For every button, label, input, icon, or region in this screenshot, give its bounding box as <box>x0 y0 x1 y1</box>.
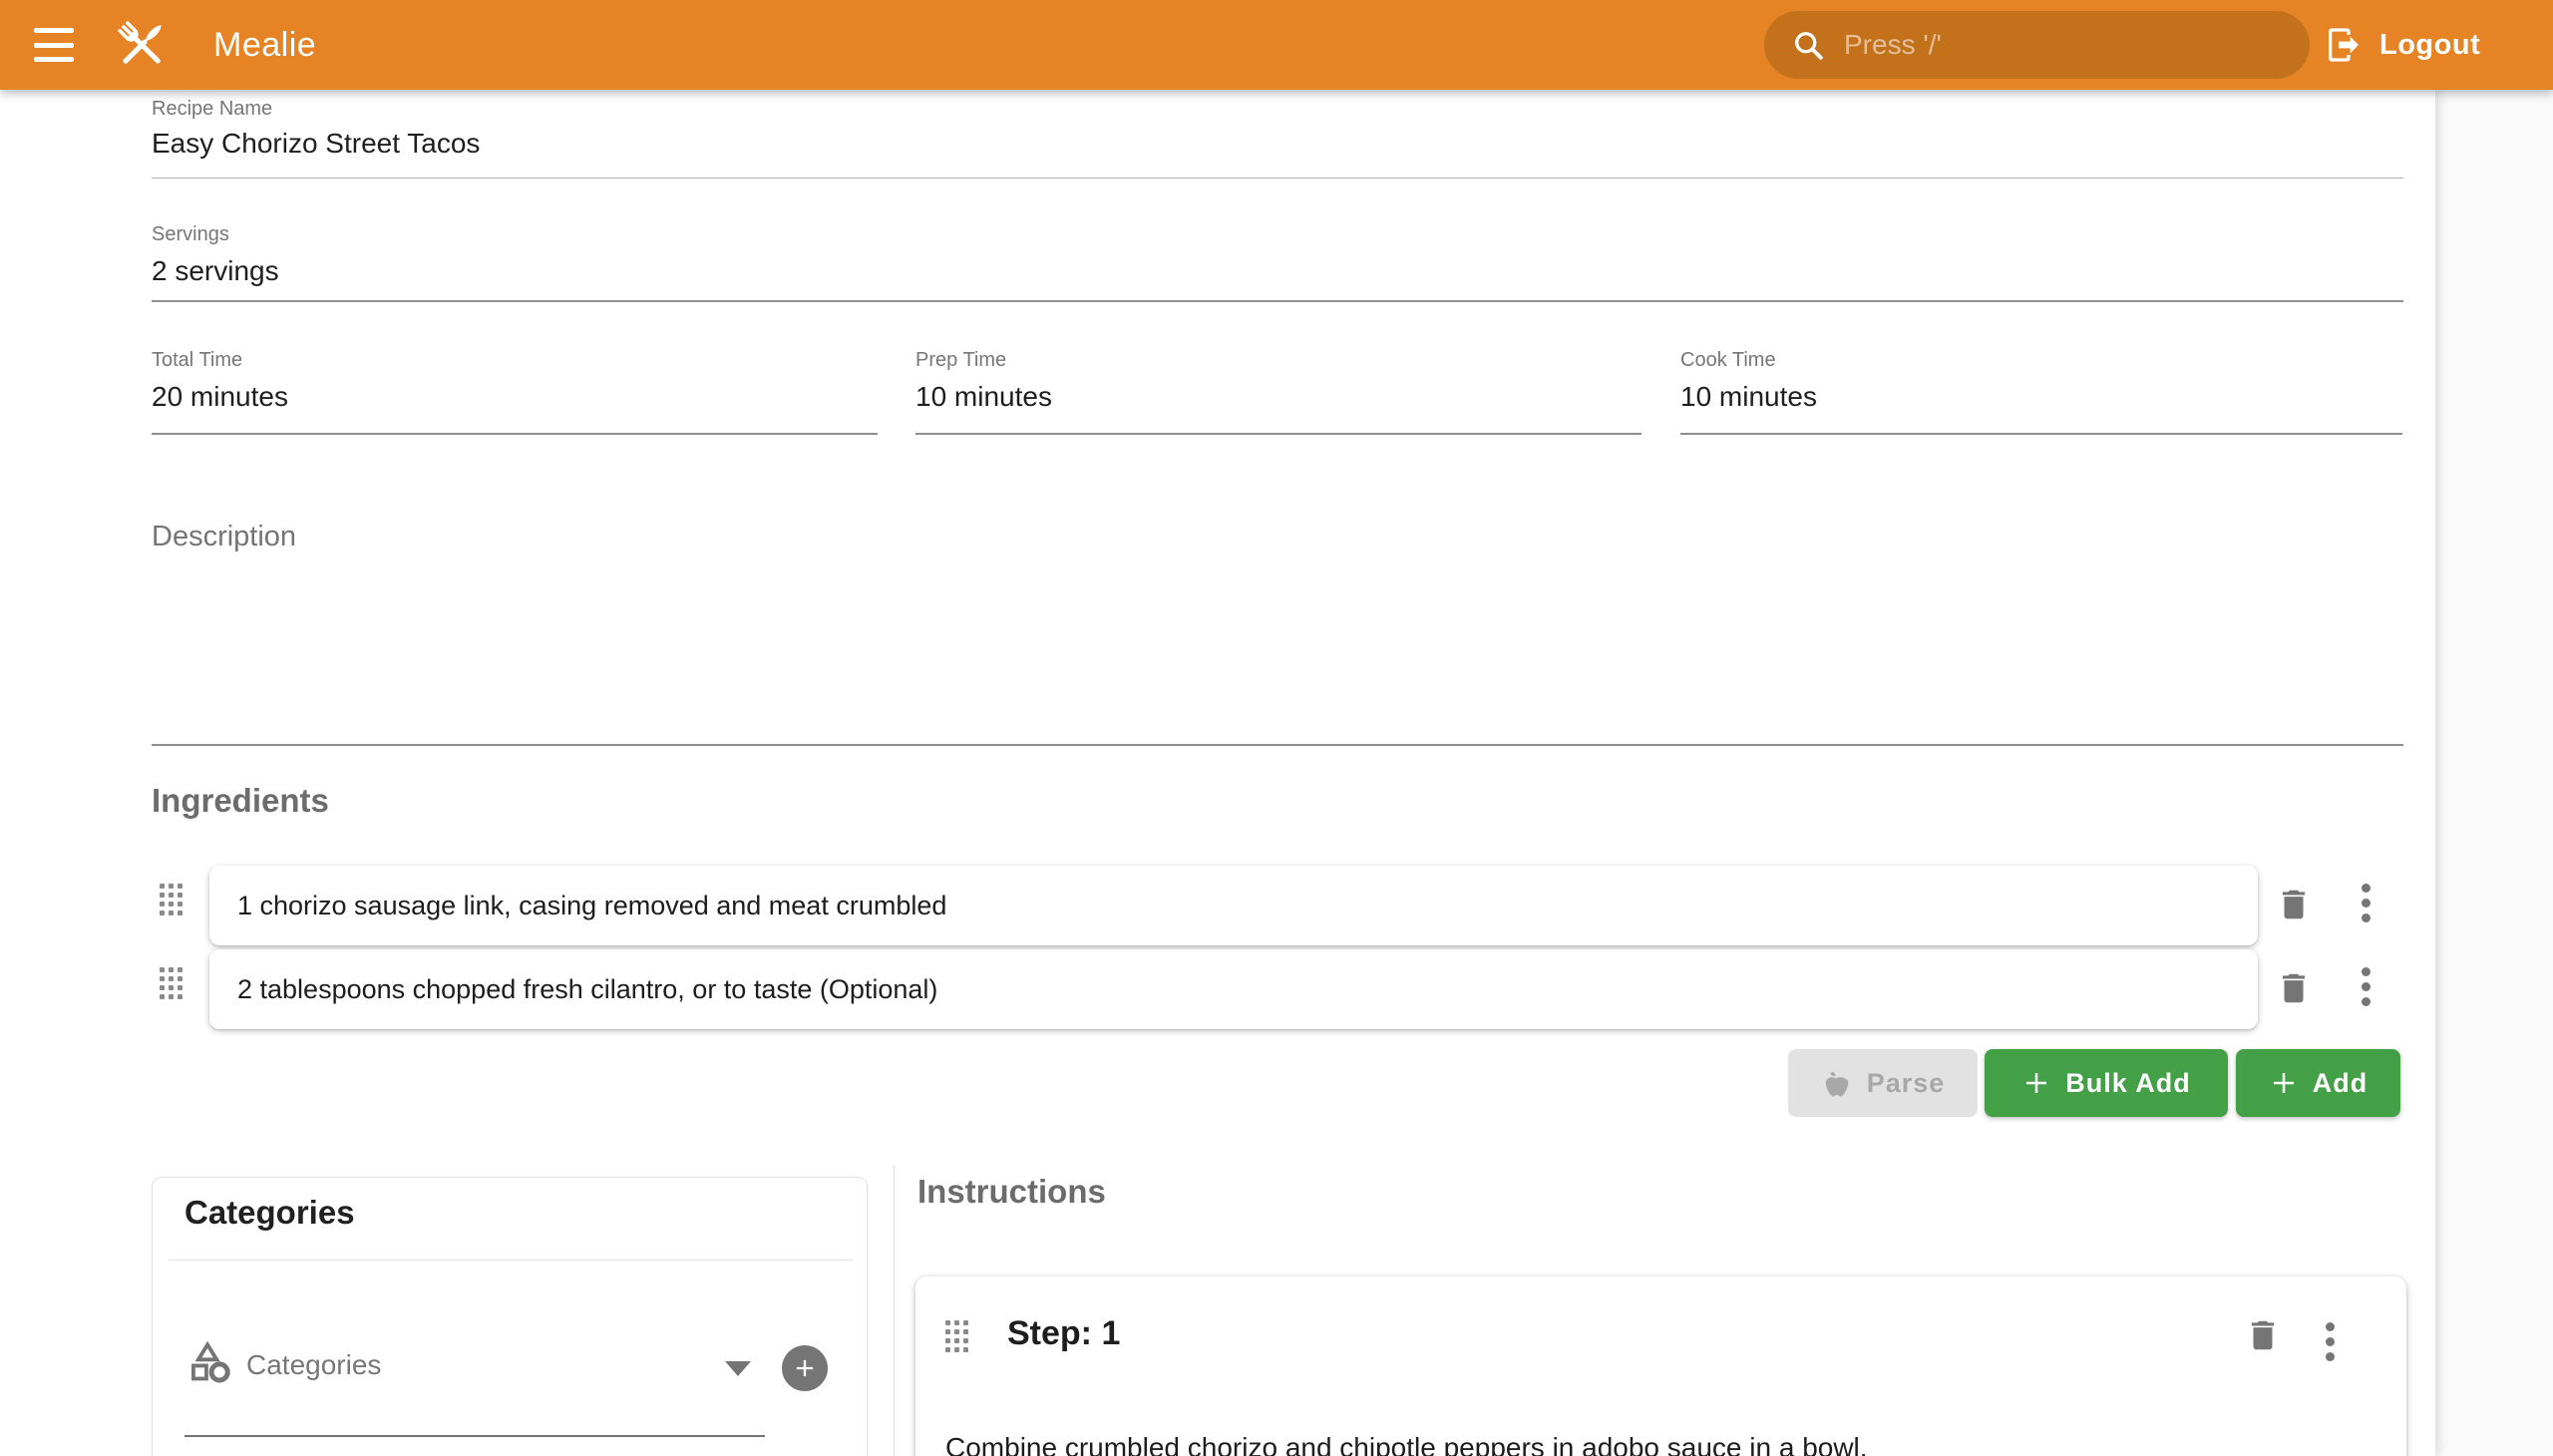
logout-label: Logout <box>2379 29 2480 62</box>
ingredient-menu-button[interactable] <box>2358 880 2374 926</box>
ingredients-header: Ingredients <box>152 782 329 820</box>
parse-label: Parse <box>1867 1068 1946 1099</box>
total-time-input[interactable]: 20 minutes <box>152 381 288 413</box>
logout-icon <box>2324 25 2364 65</box>
cook-time-label: Cook Time <box>1680 349 1776 372</box>
step-title: Step: 1 <box>1007 1314 1120 1353</box>
step-text-input[interactable]: Combine crumbled chorizo and chipotle pe… <box>945 1432 2362 1456</box>
drag-handle-icon[interactable] <box>160 884 182 915</box>
servings-underline <box>152 300 2403 302</box>
add-category-button[interactable] <box>782 1345 828 1391</box>
step-card: Step: 1 Combine crumbled chorizo and chi… <box>915 1276 2406 1456</box>
description-underline <box>152 744 2403 746</box>
categories-title: Categories <box>184 1194 355 1232</box>
app-bar: Mealie Press '/' Logout <box>0 0 2553 90</box>
plus-icon <box>791 1354 819 1382</box>
instructions-header: Instructions <box>917 1173 1106 1211</box>
search-icon <box>1790 27 1826 63</box>
servings-label: Servings <box>152 223 229 246</box>
categories-divider <box>169 1260 853 1261</box>
total-time-label: Total Time <box>152 349 242 372</box>
prep-time-underline <box>915 433 1641 435</box>
delete-step-button[interactable] <box>2244 1316 2282 1354</box>
menu-icon[interactable] <box>34 26 76 64</box>
trash-icon <box>2275 886 2313 923</box>
column-divider <box>894 1165 895 1456</box>
recipe-name-underline <box>152 178 2403 179</box>
recipe-editor-card: Recipe Name Easy Chorizo Street Tacos Se… <box>0 90 2435 1456</box>
trash-icon <box>2244 1316 2282 1354</box>
description-label: Description <box>152 521 296 553</box>
add-label: Add <box>2313 1068 2368 1099</box>
categories-select-underline <box>184 1435 765 1437</box>
bulk-add-button[interactable]: Bulk Add <box>1985 1049 2228 1117</box>
page: Mealie Press '/' Logout Recipe Name Easy… <box>0 0 2553 1456</box>
menu-bar <box>34 43 74 48</box>
cook-time-input[interactable]: 10 minutes <box>1680 381 1817 413</box>
prep-time-input[interactable]: 10 minutes <box>915 381 1052 413</box>
shapes-icon <box>186 1339 232 1385</box>
total-time-underline <box>152 433 878 435</box>
categories-card: Categories Categories <box>152 1177 868 1456</box>
recipe-name-input[interactable]: Easy Chorizo Street Tacos <box>152 128 480 160</box>
prep-time-label: Prep Time <box>915 349 1006 372</box>
bulk-add-label: Bulk Add <box>2065 1068 2191 1099</box>
apple-icon <box>1821 1067 1853 1099</box>
parse-button[interactable]: Parse <box>1788 1049 1978 1117</box>
search-input[interactable]: Press '/' <box>1764 11 2310 79</box>
plus-icon <box>2269 1068 2299 1098</box>
ingredient-text: 1 chorizo sausage link, casing removed a… <box>237 891 946 921</box>
menu-bar <box>34 57 74 62</box>
add-ingredient-button[interactable]: Add <box>2236 1049 2400 1117</box>
search-placeholder: Press '/' <box>1844 29 1942 61</box>
mealie-logo-icon <box>110 13 174 77</box>
trash-icon <box>2275 969 2313 1007</box>
ingredient-text: 2 tablespoons chopped fresh cilantro, or… <box>237 974 937 1005</box>
recipe-name-label: Recipe Name <box>152 98 272 121</box>
chevron-down-icon[interactable] <box>725 1361 751 1376</box>
drag-handle-icon[interactable] <box>160 967 182 999</box>
cook-time-underline <box>1680 433 2402 435</box>
logout-button[interactable]: Logout <box>2324 0 2480 90</box>
ingredient-input[interactable]: 1 chorizo sausage link, casing removed a… <box>209 866 2258 945</box>
step-menu-button[interactable] <box>2322 1318 2339 1365</box>
plus-icon <box>2021 1068 2051 1098</box>
ingredient-menu-button[interactable] <box>2358 963 2374 1010</box>
drag-handle-icon[interactable] <box>945 1320 968 1352</box>
description-textarea[interactable] <box>152 558 2403 738</box>
delete-ingredient-button[interactable] <box>2275 886 2313 923</box>
delete-ingredient-button[interactable] <box>2275 969 2313 1007</box>
servings-input[interactable]: 2 servings <box>152 255 279 287</box>
ingredient-input[interactable]: 2 tablespoons chopped fresh cilantro, or… <box>209 949 2258 1029</box>
menu-bar <box>34 28 74 33</box>
categories-select[interactable]: Categories <box>246 1349 381 1381</box>
app-title: Mealie <box>213 0 316 90</box>
